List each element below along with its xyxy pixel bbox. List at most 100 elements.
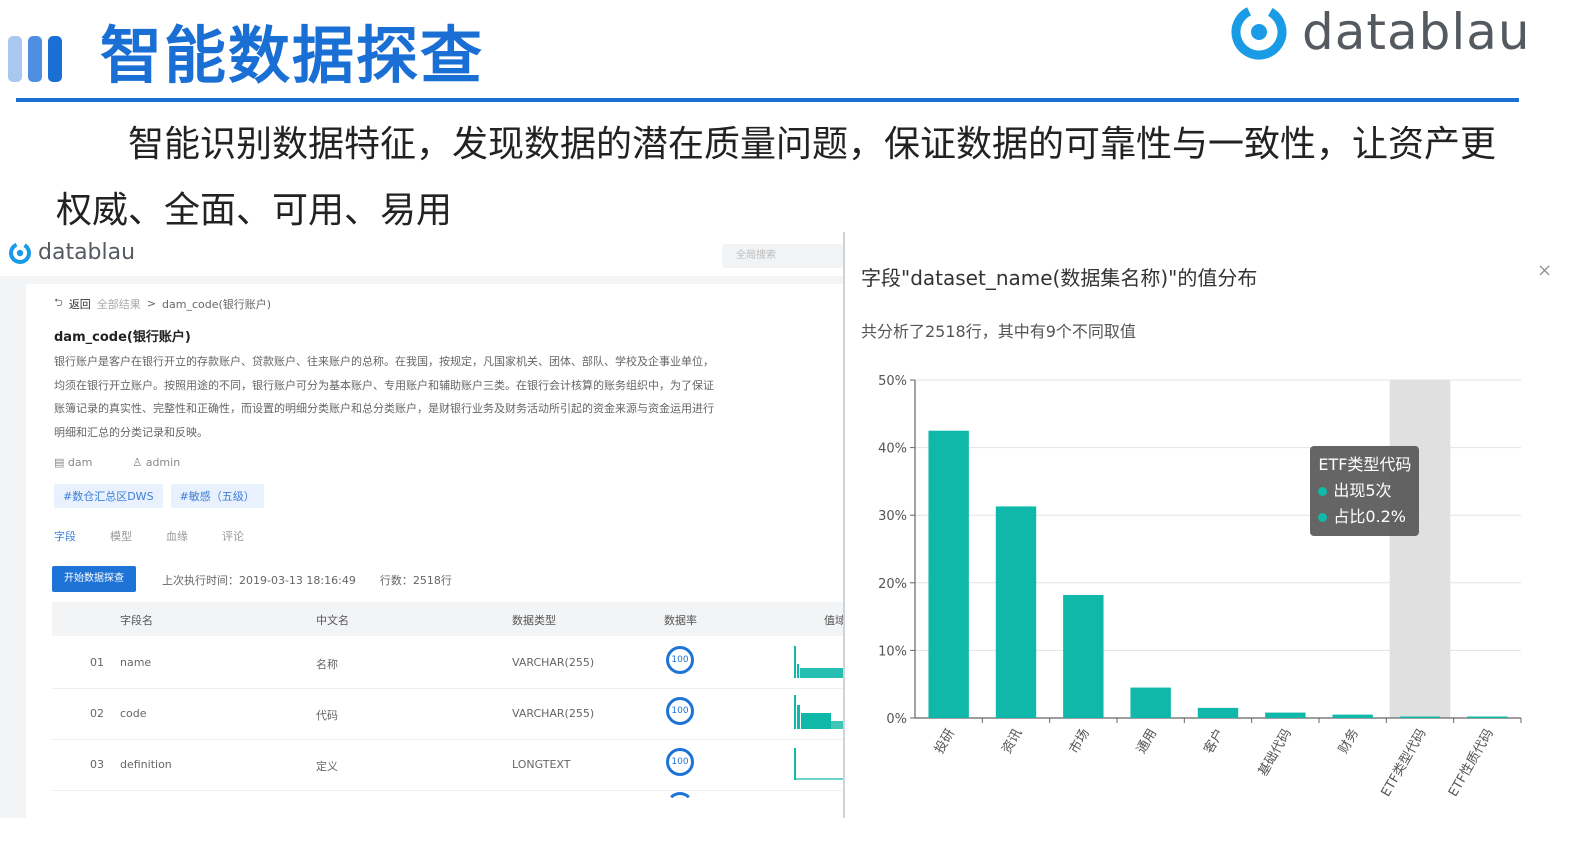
x-tick-label: ETF性质代码 — [1446, 727, 1497, 800]
tooltip-ratio: 占比0.2% — [1318, 504, 1411, 530]
asset-tabs: 字段 模型 血缘 评论 — [54, 528, 244, 544]
data-type: VARCHAR(255) — [512, 707, 595, 720]
last-run-label: 上次执行时间： — [162, 574, 239, 587]
tooltip-count-text: 出现5次 — [1333, 481, 1392, 500]
back-link[interactable]: 返回 — [69, 296, 91, 312]
bar — [1063, 594, 1104, 718]
table-row[interactable]: 01 name 名称 VARCHAR(255) 100 — [52, 638, 843, 689]
y-tick-label: 50% — [878, 374, 907, 389]
intro-text: 智能识别数据特征，发现数据的潜在质量问题，保证数据的可靠性与一致性，让资产更权威… — [56, 124, 1497, 231]
tag[interactable]: #数仓汇总区DWS — [54, 484, 163, 508]
col-data-type[interactable]: 数据类型 — [512, 612, 556, 628]
y-tick-label: 0% — [886, 712, 907, 727]
row-number: 02 — [90, 707, 104, 720]
tag-list: #数仓汇总区DWS #敏感（五级） — [54, 484, 264, 508]
tooltip-ratio-text: 占比0.2% — [1333, 507, 1406, 526]
bar — [1265, 712, 1306, 718]
bar — [928, 430, 969, 718]
asset-title: dam_code(银行账户) — [54, 330, 191, 345]
data-type: VARCHAR(255) — [512, 656, 595, 669]
x-tick-label: 财务 — [1335, 726, 1362, 757]
last-run: 上次执行时间：2019-03-13 18:16:49 — [162, 572, 356, 588]
brand-logo: datablau — [1230, 2, 1531, 62]
x-tick-label: 投研 — [931, 726, 958, 757]
title-divider — [16, 98, 1519, 102]
x-tick-label: 市场 — [1066, 726, 1093, 757]
chart-tooltip: ETF类型代码 出现5次 占比0.2% — [1310, 446, 1420, 536]
tab-lineage[interactable]: 血缘 — [166, 528, 188, 544]
tab-fields[interactable]: 字段 — [54, 528, 76, 544]
bar — [1399, 716, 1441, 718]
rows-value: 2518行 — [412, 574, 452, 587]
asset-card: ⮌ 返回 全部结果 > dam_code(银行账户) dam_code(银行账户… — [26, 284, 843, 818]
series-dot-icon — [1318, 513, 1328, 522]
tooltip-title: ETF类型代码 — [1318, 455, 1412, 474]
col-fill-rate[interactable]: 数据率 — [664, 612, 697, 628]
owner-meta: ♙ admin — [132, 456, 180, 469]
x-tick-label: 资讯 — [999, 727, 1025, 757]
table-header: 字段名 中文名 数据类型 数据率 值域分布 — [52, 602, 843, 636]
tab-model[interactable]: 模型 — [110, 528, 132, 544]
db-meta: ▤ dam — [54, 456, 92, 469]
fill-rate-ring: 100 — [666, 748, 694, 776]
tab-comments[interactable]: 评论 — [222, 528, 244, 544]
bar — [995, 506, 1037, 718]
distribution-sparkline-icon[interactable] — [794, 695, 843, 729]
brand-name: datablau — [1302, 3, 1531, 61]
breadcrumb: ⮌ 返回 全部结果 > dam_code(银行账户) — [54, 294, 271, 313]
back-icon[interactable]: ⮌ — [54, 294, 63, 313]
title-decoration-icon — [8, 36, 68, 84]
global-search-input[interactable]: 全局搜索 — [722, 244, 843, 268]
app-brand-name: datablau — [38, 240, 136, 265]
y-tick-label: 10% — [878, 644, 907, 659]
rows-label: 行数： — [379, 574, 413, 587]
distribution-bar-chart: 0% 10% 20% 30% 40% 50% 投研 资讯 市场 通用 客户 基础代码 财务 ETF类型代码… — [878, 374, 1522, 800]
owner-name: admin — [145, 456, 181, 469]
field-name: code — [120, 707, 147, 720]
asset-meta: ▤ dam ♙ admin — [54, 456, 180, 469]
bar — [1467, 716, 1508, 718]
database-icon: ▤ — [54, 456, 68, 469]
asset-detail-screenshot: datablau 全局搜索 ⮌ 返回 全部结果 > dam_code(银行账户)… — [0, 232, 843, 818]
value-distribution-panel: 字段"dataset_name(数据集名称)"的值分布 共分析了2518行，其中… — [845, 232, 1579, 818]
y-tick-label: 20% — [878, 577, 907, 592]
datablau-logo-icon — [1231, 4, 1287, 60]
tag[interactable]: #敏感（五级） — [170, 484, 264, 508]
fill-rate-ring-partial — [666, 792, 694, 818]
x-tick-label: 通用 — [1134, 727, 1160, 757]
cn-name: 代码 — [316, 709, 338, 722]
fill-rate-ring: 100 — [666, 646, 694, 674]
app-header: datablau 全局搜索 — [0, 232, 843, 276]
row-number: 01 — [90, 656, 104, 669]
datablau-logo-icon — [9, 241, 31, 264]
breadcrumb-separator: > — [146, 297, 157, 310]
user-icon: ♙ — [132, 456, 146, 469]
last-run-info: 上次执行时间：2019-03-13 18:16:49 行数：2518行 — [162, 572, 452, 588]
distribution-sparkline-icon[interactable] — [794, 746, 843, 780]
bar — [1130, 687, 1171, 718]
x-tick-label: ETF类型代码 — [1379, 727, 1430, 800]
breadcrumb-current: dam_code(银行账户) — [162, 297, 272, 311]
db-name: dam — [67, 456, 93, 469]
row-count: 行数：2518行 — [380, 572, 452, 588]
row-number: 03 — [90, 758, 104, 771]
col-field-name[interactable]: 字段名 — [120, 612, 153, 628]
field-name: name — [120, 656, 152, 669]
col-distribution[interactable]: 值域分布 — [824, 612, 843, 628]
x-tick-label: 基础代码 — [1256, 727, 1295, 780]
cn-name: 名称 — [316, 658, 338, 671]
table-row[interactable]: 03 definition 定义 LONGTEXT 100 — [52, 740, 843, 791]
start-profiling-button[interactable]: 开始数据探查 — [52, 566, 136, 592]
table-row[interactable]: 02 code 代码 VARCHAR(255) 100 — [52, 689, 843, 740]
tooltip-count: 出现5次 — [1318, 478, 1411, 504]
hover-highlight-band — [1389, 380, 1451, 718]
field-name: definition — [120, 758, 172, 771]
distribution-sparkline-icon[interactable] — [794, 644, 843, 678]
slide-title: 智能数据探查 — [100, 19, 485, 92]
col-cn-name[interactable]: 中文名 — [316, 612, 349, 628]
breadcrumb-root[interactable]: 全部结果 — [97, 296, 141, 312]
bar — [1332, 714, 1373, 718]
fill-rate-ring: 100 — [666, 697, 694, 725]
last-run-value: 2019-03-13 18:16:49 — [239, 574, 356, 587]
data-type: LONGTEXT — [512, 758, 571, 771]
